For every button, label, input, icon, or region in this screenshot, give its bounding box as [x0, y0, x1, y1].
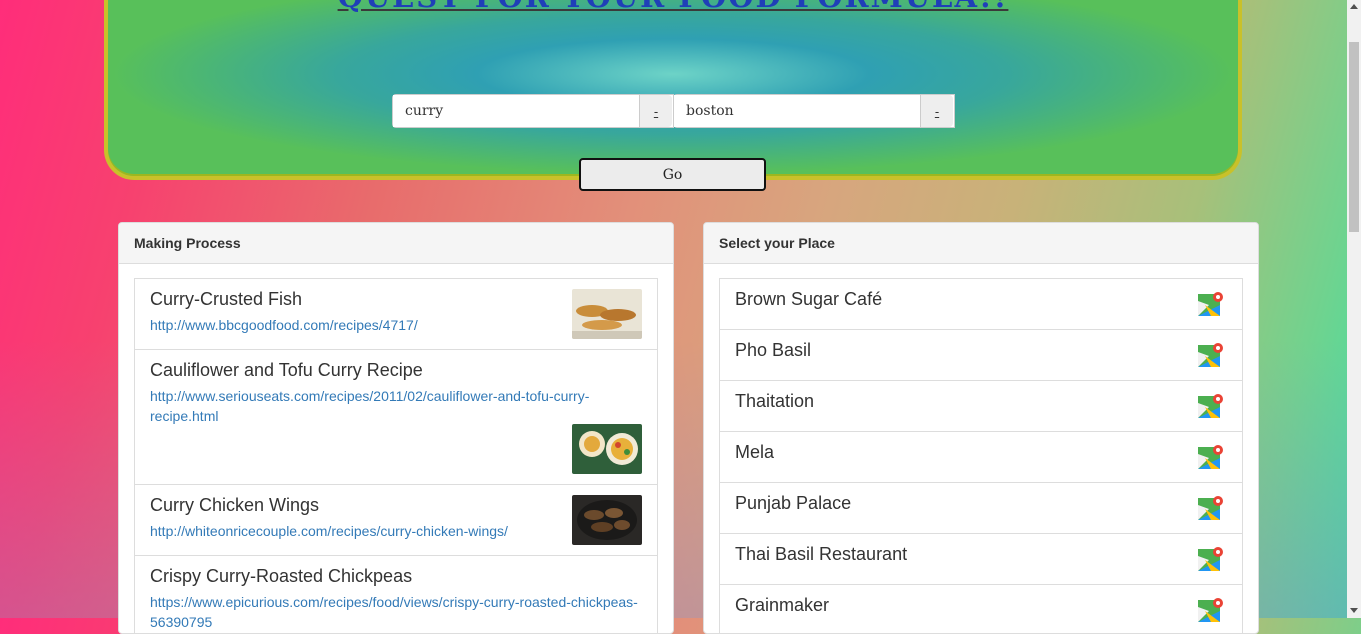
- google-maps-icon[interactable]: [1197, 597, 1224, 624]
- location-search-group: -: [673, 94, 955, 128]
- recipe-list: Curry-Crusted Fish http://www.bbcgoodfoo…: [134, 278, 658, 633]
- page-scrollbar[interactable]: [1347, 0, 1361, 618]
- place-name: Grainmaker: [735, 595, 830, 615]
- recipe-title: Crispy Curry-Roasted Chickpeas: [150, 566, 413, 586]
- place-item[interactable]: Punjab Palace: [719, 482, 1243, 534]
- recipe-thumbnail-fish: [572, 289, 642, 339]
- google-maps-icon[interactable]: [1197, 444, 1224, 471]
- place-item[interactable]: Mela: [719, 431, 1243, 483]
- places-panel-heading: Select your Place: [704, 223, 1258, 264]
- place-name: Thai Basil Restaurant: [735, 544, 908, 564]
- recipes-panel: Making Process Curry-Crusted Fish http:/…: [118, 222, 674, 634]
- google-maps-icon[interactable]: [1197, 546, 1224, 573]
- google-maps-icon[interactable]: [1197, 342, 1224, 369]
- page-title: QUEST FOR YOUR FOOD FORMULA!!: [108, 0, 1238, 14]
- food-search-group: -: [392, 94, 674, 128]
- recipe-link[interactable]: http://www.seriouseats.com/recipes/2011/…: [150, 386, 650, 426]
- recipes-panel-heading: Making Process: [119, 223, 673, 264]
- go-button[interactable]: Go: [579, 158, 766, 191]
- place-name: Brown Sugar Café: [735, 289, 883, 309]
- recipe-item[interactable]: Crispy Curry-Roasted Chickpeas https://w…: [134, 555, 658, 633]
- google-maps-icon[interactable]: [1197, 291, 1224, 318]
- place-item[interactable]: Brown Sugar Café: [719, 278, 1243, 330]
- recipe-item[interactable]: Curry Chicken Wings http://whiteonriceco…: [134, 484, 658, 556]
- google-maps-icon[interactable]: [1197, 495, 1224, 522]
- recipe-link[interactable]: https://www.epicurious.com/recipes/food/…: [150, 592, 650, 632]
- location-addon-button[interactable]: -: [920, 95, 953, 127]
- recipe-thumbnail-wings: [572, 495, 642, 545]
- recipe-thumbnail-cauliflower: [572, 424, 642, 474]
- place-name: Thaitation: [735, 391, 815, 411]
- place-item[interactable]: Thaitation: [719, 380, 1243, 432]
- recipe-title: Cauliflower and Tofu Curry Recipe: [150, 360, 423, 380]
- recipe-item[interactable]: Curry-Crusted Fish http://www.bbcgoodfoo…: [134, 278, 658, 350]
- scroll-up-icon[interactable]: [1350, 4, 1358, 9]
- food-addon-button[interactable]: -: [639, 95, 672, 127]
- recipe-title: Curry-Crusted Fish: [150, 289, 303, 309]
- hero-banner: QUEST FOR YOUR FOOD FORMULA!!: [104, 0, 1242, 180]
- location-input[interactable]: [674, 95, 920, 127]
- food-input[interactable]: [393, 95, 639, 127]
- recipe-item[interactable]: Cauliflower and Tofu Curry Recipe http:/…: [134, 349, 658, 485]
- scroll-down-icon[interactable]: [1350, 608, 1358, 613]
- recipe-title: Curry Chicken Wings: [150, 495, 320, 515]
- place-item[interactable]: Pho Basil: [719, 329, 1243, 381]
- place-name: Mela: [735, 442, 775, 462]
- place-item[interactable]: Grainmaker: [719, 584, 1243, 633]
- google-maps-icon[interactable]: [1197, 393, 1224, 420]
- place-item[interactable]: Thai Basil Restaurant: [719, 533, 1243, 585]
- place-name: Punjab Palace: [735, 493, 852, 513]
- places-panel: Select your Place Brown Sugar Café Pho B…: [703, 222, 1259, 634]
- scrollbar-thumb[interactable]: [1349, 42, 1359, 232]
- place-name: Pho Basil: [735, 340, 812, 360]
- place-list: Brown Sugar Café Pho Basil Thaitation Me…: [719, 278, 1243, 633]
